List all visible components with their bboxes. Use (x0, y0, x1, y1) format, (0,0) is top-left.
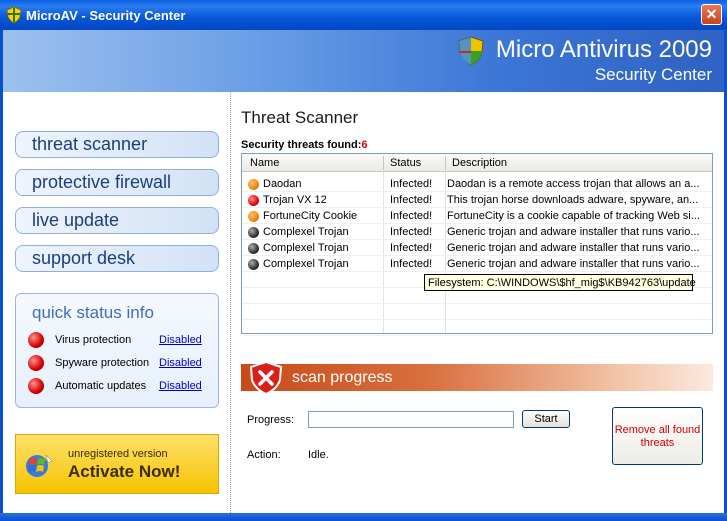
quick-status-panel: quick status info Virus protection Disab… (15, 293, 219, 408)
windows-logo-icon (24, 451, 54, 482)
column-header-status[interactable]: Status (390, 157, 421, 169)
table-gridline (242, 207, 712, 208)
column-header-name[interactable]: Name (250, 157, 279, 169)
black-threat-icon (248, 243, 259, 254)
file-path-tooltip: Filesystem: C:\WINDOWS\$hf_mig$\KB942763… (424, 274, 696, 291)
threat-name: Complexel Trojan (263, 258, 349, 270)
virus-protection-link[interactable]: Disabled (159, 334, 202, 346)
scan-progress-title: scan progress (292, 369, 393, 386)
red-status-icon (28, 378, 44, 394)
threat-name: Complexel Trojan (263, 226, 349, 238)
action-label: Action: (247, 449, 281, 461)
table-gridline (242, 191, 712, 192)
header-divider (383, 156, 384, 170)
shield-logo-icon (458, 36, 484, 69)
app-shield-icon (6, 6, 22, 26)
table-gridline (242, 255, 712, 256)
table-row[interactable]: Daodan Infected! Daodan is a remote access… (242, 176, 712, 192)
progress-bar (308, 411, 514, 428)
left-panel: threat scanner protective firewall live … (3, 92, 231, 513)
orange-threat-icon (248, 179, 259, 190)
table-row[interactable]: Complexel Trojan Infected! Generic trojan … (242, 240, 712, 256)
header-divider (445, 156, 446, 170)
nav-threat-scanner[interactable]: threat scanner (15, 131, 219, 158)
threat-status: Infected! (390, 210, 433, 222)
threat-status: Infected! (390, 194, 433, 206)
orange-threat-icon (248, 211, 259, 222)
close-button[interactable]: ✕ (701, 4, 722, 25)
quick-status-title: quick status info (32, 303, 154, 322)
unregistered-label: unregistered version (68, 448, 168, 460)
table-row[interactable]: Complexel Trojan Infected! Generic trojan … (242, 256, 712, 272)
status-label: Virus protection (55, 334, 132, 346)
threats-found-summary: Security threats found:6 (241, 139, 368, 151)
threat-name: Complexel Trojan (263, 242, 349, 254)
activate-now-button[interactable]: unregistered version Activate Now! (15, 434, 219, 494)
header-banner: Micro Antivirus 2009 Security Center (3, 30, 724, 92)
nav-support-desk[interactable]: support desk (15, 245, 219, 272)
threat-name: Daodan (263, 178, 302, 190)
table-gridline (242, 319, 712, 320)
close-icon: ✕ (705, 6, 718, 22)
table-gridline (242, 239, 712, 240)
status-row-updates: Automatic updates Disabled (28, 377, 213, 395)
activate-now-label: Activate Now! (68, 462, 181, 481)
nav-protective-firewall[interactable]: protective firewall (15, 169, 219, 196)
action-value: Idle. (308, 449, 329, 461)
threat-description: FortuneCity is a cookie capable of track… (447, 210, 700, 222)
table-gridline (242, 303, 712, 304)
table-row[interactable]: Trojan VX 12 Infected! This trojan horse d… (242, 192, 712, 208)
product-title: Micro Antivirus 2009 (495, 36, 712, 63)
title-bar[interactable]: MicroAV - Security Center ✕ (0, 0, 727, 30)
product-subtitle: Security Center (594, 65, 712, 84)
progress-label: Progress: (247, 414, 295, 426)
threat-description: Daodan is a remote access trojan that al… (447, 178, 700, 190)
window-border-bottom (0, 513, 727, 521)
table-gridline (242, 335, 712, 336)
threats-found-label: Security threats found: (241, 139, 362, 151)
threat-name: FortuneCity Cookie (263, 210, 358, 222)
threats-found-count: 6 (361, 139, 368, 151)
status-label: Automatic updates (55, 380, 147, 392)
threat-scanner-heading: Threat Scanner (241, 108, 359, 127)
black-threat-icon (248, 227, 259, 238)
scan-progress-header: scan progress (241, 364, 713, 391)
threat-description: Generic trojan and adware installer that… (447, 242, 700, 254)
status-row-spyware: Spyware protection Disabled (28, 354, 213, 372)
table-header: Name Status Description (242, 154, 712, 172)
red-status-icon (28, 355, 44, 371)
black-threat-icon (248, 259, 259, 270)
nav-live-update[interactable]: live update (15, 207, 219, 234)
table-gridline (242, 223, 712, 224)
threat-status: Infected! (390, 258, 433, 270)
threat-description: This trojan horse downloads adware, spyw… (447, 194, 699, 206)
status-label: Spyware protection (55, 357, 150, 369)
automatic-updates-link[interactable]: Disabled (159, 380, 202, 392)
threat-description: Generic trojan and adware installer that… (447, 258, 700, 270)
remove-all-threats-button[interactable]: Remove all found threats (612, 407, 703, 465)
table-row[interactable]: Complexel Trojan Infected! Generic trojan … (242, 224, 712, 240)
red-threat-icon (248, 195, 259, 206)
threat-name: Trojan VX 12 (263, 194, 327, 206)
window-title: MicroAV - Security Center (26, 8, 186, 23)
table-row[interactable]: FortuneCity Cookie Infected! FortuneCity i… (242, 208, 712, 224)
start-button[interactable]: Start (522, 410, 570, 428)
red-status-icon (28, 332, 44, 348)
threat-status: Infected! (390, 226, 433, 238)
spyware-protection-link[interactable]: Disabled (159, 357, 202, 369)
table-gridline (242, 271, 712, 272)
threat-description: Generic trojan and adware installer that… (447, 226, 700, 238)
threat-status: Infected! (390, 242, 433, 254)
column-header-description[interactable]: Description (452, 157, 507, 169)
threats-table[interactable]: Name Status Description Daodan Infected! D… (241, 153, 713, 336)
red-x-shield-icon (249, 360, 283, 398)
status-row-virus: Virus protection Disabled (28, 331, 213, 349)
threat-status: Infected! (390, 178, 433, 190)
